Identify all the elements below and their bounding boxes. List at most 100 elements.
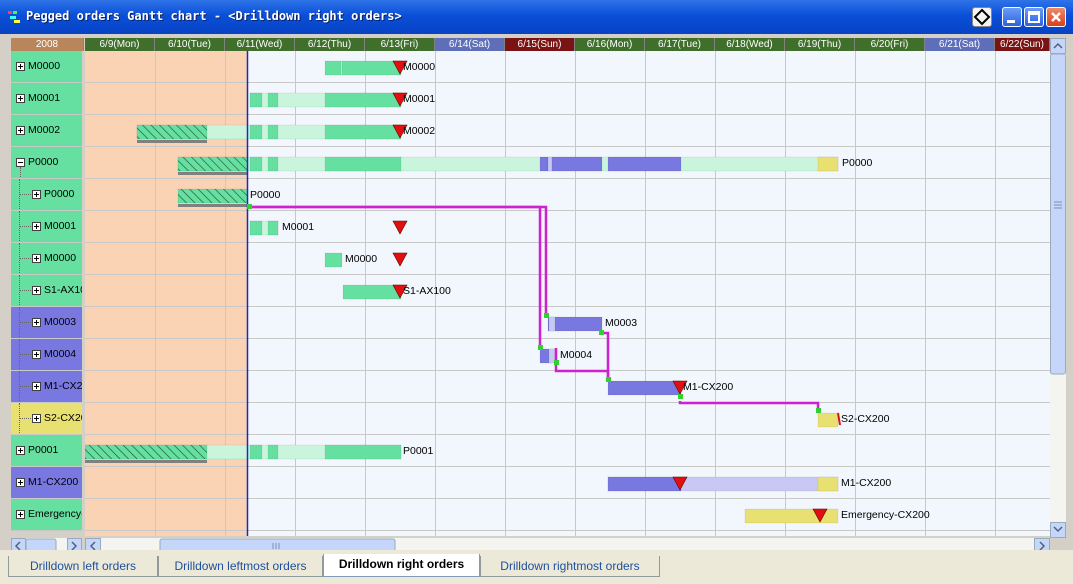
date-header-9: 6/18(Wed): [715, 38, 785, 51]
gantt-bar[interactable]: [324, 156, 402, 172]
past-period-region: [85, 51, 248, 536]
expand-icon[interactable]: [32, 414, 41, 423]
peg-link-line: [601, 331, 610, 381]
close-button[interactable]: [1046, 7, 1066, 27]
tab-drilldown-3[interactable]: Drilldown rightmost orders: [480, 556, 660, 577]
expand-icon[interactable]: [16, 510, 25, 519]
expand-icon[interactable]: [32, 254, 41, 263]
gantt-bar[interactable]: [607, 156, 682, 172]
year-header: 2008: [11, 38, 84, 51]
gantt-bar[interactable]: [267, 124, 279, 140]
date-header-6: 6/15(Sun): [505, 38, 575, 51]
gantt-bar[interactable]: [267, 156, 279, 172]
tab-drilldown-2[interactable]: Drilldown right orders: [323, 554, 480, 577]
scroll-up-button[interactable]: [1050, 38, 1066, 54]
gantt-bar[interactable]: [342, 284, 402, 300]
gantt-bar[interactable]: [607, 380, 682, 396]
date-header-7: 6/16(Mon): [575, 38, 645, 51]
tree-row[interactable]: S1-AX100: [11, 275, 82, 307]
diamond-option-button[interactable]: [972, 7, 992, 27]
gantt-bar[interactable]: [267, 92, 279, 108]
vertical-scroll-thumb[interactable]: [1050, 53, 1066, 375]
gantt-bar[interactable]: [324, 60, 402, 76]
tab-drilldown-1[interactable]: Drilldown leftmost orders: [158, 556, 323, 577]
deadline-marker-icon: [392, 220, 408, 235]
expand-icon[interactable]: [16, 446, 25, 455]
expand-icon[interactable]: [16, 478, 25, 487]
gantt-bar[interactable]: [324, 252, 343, 268]
gantt-bar[interactable]: [177, 188, 249, 204]
gantt-bar[interactable]: [267, 220, 279, 236]
gantt-bar[interactable]: [324, 444, 402, 460]
minimize-button[interactable]: [1002, 7, 1022, 27]
gantt-bar-label: M0002: [403, 125, 436, 137]
gantt-bar[interactable]: [249, 220, 263, 236]
tree-row[interactable]: M0000: [11, 243, 82, 275]
tree-row[interactable]: P0000: [11, 147, 82, 179]
gantt-bar[interactable]: [547, 156, 553, 172]
tree-row[interactable]: P0000: [11, 179, 82, 211]
bar-underline: [178, 204, 248, 207]
vertical-scrollbar[interactable]: [1050, 38, 1066, 538]
gantt-bar[interactable]: [817, 412, 839, 428]
expand-icon[interactable]: [16, 94, 25, 103]
date-header-11: 6/20(Fri): [855, 38, 925, 51]
tree-row[interactable]: P0001: [11, 435, 82, 467]
gantt-bar[interactable]: [607, 476, 682, 492]
gantt-bar[interactable]: [249, 124, 263, 140]
tree-row-label: S2-CX200: [44, 412, 82, 424]
tree-row[interactable]: M0004: [11, 339, 82, 371]
gantt-bar[interactable]: [817, 156, 839, 172]
tab-drilldown-0[interactable]: Drilldown left orders: [8, 556, 158, 577]
gantt-bar[interactable]: [177, 156, 249, 172]
gantt-bar[interactable]: [817, 476, 839, 492]
gantt-bar[interactable]: [136, 124, 208, 140]
maximize-button[interactable]: [1024, 7, 1044, 27]
bar-underline: [137, 140, 207, 143]
date-header-5: 6/14(Sat): [435, 38, 505, 51]
gantt-bar-label: P0001: [403, 445, 434, 457]
bar-underline: [178, 172, 248, 175]
gantt-bar[interactable]: [249, 444, 263, 460]
gantt-app-icon: [8, 11, 20, 23]
tree-row[interactable]: Emergency-CX200: [11, 499, 82, 531]
gantt-bar[interactable]: [249, 156, 263, 172]
gantt-chart[interactable]: [85, 51, 1050, 536]
gantt-bar-label: M0004: [560, 349, 593, 361]
diamond-icon: [973, 8, 991, 26]
expand-icon[interactable]: [16, 126, 25, 135]
gantt-bar[interactable]: [548, 316, 556, 332]
tree-row[interactable]: M0003: [11, 307, 82, 339]
scroll-down-button[interactable]: [1050, 522, 1066, 538]
collapse-icon[interactable]: [16, 158, 25, 167]
gantt-bar-label: M0001: [282, 221, 315, 233]
expand-icon[interactable]: [32, 286, 41, 295]
gantt-bar[interactable]: [249, 92, 263, 108]
tree-row[interactable]: M1-CX200: [11, 371, 82, 403]
title-bar[interactable]: Pegged orders Gantt chart - <Drilldown r…: [0, 0, 1073, 34]
expand-icon[interactable]: [32, 318, 41, 327]
tree-row[interactable]: M0001: [11, 211, 82, 243]
expand-icon[interactable]: [32, 382, 41, 391]
expand-icon[interactable]: [16, 62, 25, 71]
tree-row-label: M0000: [28, 60, 61, 72]
tree-row[interactable]: M0002: [11, 115, 82, 147]
gantt-bar[interactable]: [324, 92, 402, 108]
tree-row[interactable]: M0000: [11, 51, 82, 83]
date-header-8: 6/17(Tue): [645, 38, 715, 51]
gantt-bar[interactable]: [539, 156, 549, 172]
peg-connector: [606, 377, 611, 382]
expand-icon[interactable]: [32, 190, 41, 199]
tree-row[interactable]: S2-CX200: [11, 403, 82, 435]
gantt-bar[interactable]: [547, 316, 603, 332]
expand-icon[interactable]: [32, 350, 41, 359]
gantt-bar[interactable]: [267, 444, 279, 460]
expand-icon[interactable]: [32, 222, 41, 231]
tree-row[interactable]: M0001: [11, 83, 82, 115]
gantt-bar[interactable]: [340, 60, 343, 76]
tree-row[interactable]: M1-CX200: [11, 467, 82, 499]
peg-link-line: [678, 401, 820, 413]
gantt-bar[interactable]: [85, 444, 208, 460]
gantt-bar[interactable]: [551, 156, 603, 172]
gantt-bar[interactable]: [324, 124, 402, 140]
